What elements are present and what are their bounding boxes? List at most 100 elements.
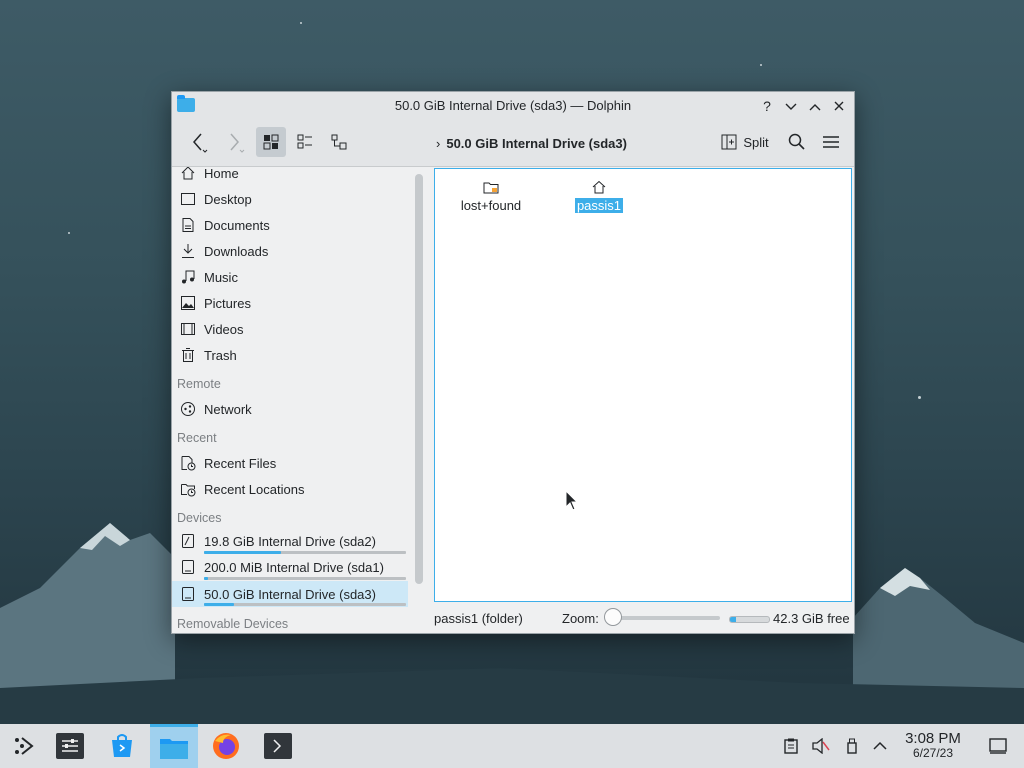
drive-icon bbox=[179, 585, 197, 603]
folder-locked-icon bbox=[443, 179, 539, 195]
view-details-icon bbox=[297, 134, 312, 149]
sidebar-item-recent-files[interactable]: Recent Files bbox=[172, 451, 408, 475]
drive-icon bbox=[179, 532, 197, 550]
split-label: Split bbox=[743, 134, 769, 150]
mouse-cursor-icon bbox=[565, 490, 579, 511]
removable-device-tray-button[interactable] bbox=[842, 736, 862, 756]
home-icon bbox=[179, 167, 197, 182]
tree-view-button[interactable] bbox=[324, 127, 354, 157]
search-button[interactable] bbox=[782, 127, 812, 157]
sidebar-item-label: Recent Locations bbox=[204, 481, 305, 497]
help-button[interactable]: ? bbox=[757, 96, 777, 116]
breadcrumb-current[interactable]: 50.0 GiB Internal Drive (sda3) bbox=[446, 136, 627, 151]
sidebar-item-documents[interactable]: Documents bbox=[172, 213, 408, 237]
file-name: passis1 bbox=[574, 198, 624, 213]
sidebar-item-desktop[interactable]: Desktop bbox=[172, 187, 408, 211]
minimize-button[interactable] bbox=[781, 96, 801, 116]
sidebar-item-label: Videos bbox=[204, 321, 244, 337]
documents-icon bbox=[179, 216, 197, 234]
sidebar-item-device-sda2[interactable]: 19.8 GiB Internal Drive (sda2) bbox=[172, 529, 408, 553]
free-space-fill bbox=[730, 617, 736, 622]
taskbar-system-settings[interactable] bbox=[46, 724, 94, 768]
sidebar-item-music[interactable]: Music bbox=[172, 265, 408, 289]
menu-button[interactable] bbox=[816, 127, 846, 157]
icons-view-button[interactable] bbox=[256, 127, 286, 157]
drive-usage-fill bbox=[204, 577, 209, 580]
hamburger-menu-icon bbox=[823, 136, 839, 148]
taskbar: 3:08 PM 6/27/23 bbox=[0, 724, 1024, 768]
sidebar-item-label: Downloads bbox=[204, 243, 269, 259]
taskbar-discover[interactable] bbox=[98, 724, 146, 768]
digital-clock[interactable]: 3:08 PM 6/27/23 bbox=[898, 730, 968, 760]
sidebar-item-videos[interactable]: Videos bbox=[172, 317, 408, 341]
desktop-icon bbox=[179, 190, 197, 208]
close-button[interactable] bbox=[829, 96, 849, 116]
taskbar-konsole[interactable] bbox=[254, 724, 302, 768]
details-view-button[interactable] bbox=[290, 127, 320, 157]
file-item-passis1[interactable]: passis1 bbox=[551, 179, 647, 213]
clipboard-icon bbox=[784, 738, 798, 754]
home-folder-icon bbox=[551, 179, 647, 195]
close-icon bbox=[834, 101, 844, 111]
back-button[interactable] bbox=[182, 127, 216, 157]
show-desktop-button[interactable] bbox=[988, 736, 1008, 756]
window-title: 50.0 GiB Internal Drive (sda3) — Dolphin bbox=[394, 98, 632, 113]
sidebar-item-home[interactable]: Home bbox=[172, 167, 408, 185]
free-space-bar bbox=[729, 616, 770, 623]
clipboard-tray-button[interactable] bbox=[781, 736, 801, 756]
view-tree-icon bbox=[331, 134, 347, 150]
network-icon bbox=[179, 400, 197, 418]
music-icon bbox=[179, 268, 197, 286]
zoom-label: Zoom: bbox=[562, 611, 599, 626]
title-bar[interactable]: 50.0 GiB Internal Drive (sda3) — Dolphin… bbox=[172, 92, 854, 120]
app-launcher-button[interactable] bbox=[0, 724, 48, 768]
forward-button[interactable] bbox=[218, 127, 252, 157]
sidebar-item-label: 50.0 GiB Internal Drive (sda3) bbox=[204, 586, 376, 602]
drive-usage-fill bbox=[204, 551, 281, 554]
sidebar-item-label: Recent Files bbox=[204, 455, 277, 471]
back-arrow-icon bbox=[193, 133, 208, 153]
chevron-up-icon bbox=[809, 104, 821, 111]
sidebar-scrollbar[interactable] bbox=[415, 174, 423, 584]
volume-tray-button[interactable] bbox=[811, 736, 831, 756]
status-bar: passis1 (folder) Zoom: 42.3 GiB free bbox=[172, 603, 854, 633]
section-header-recent: Recent bbox=[177, 431, 217, 445]
drive-usage-bar-sda1 bbox=[204, 577, 406, 580]
places-panel: Home Desktop Documents Downloads Music P… bbox=[172, 167, 410, 633]
sidebar-item-downloads[interactable]: Downloads bbox=[172, 239, 408, 263]
sidebar-item-recent-locations[interactable]: Recent Locations bbox=[172, 477, 408, 501]
sidebar-item-network[interactable]: Network bbox=[172, 397, 408, 421]
breadcrumb-chevron-icon: › bbox=[436, 136, 441, 151]
firefox-icon bbox=[213, 733, 239, 759]
sidebar-item-label: Trash bbox=[204, 347, 237, 363]
sidebar-item-device-sda1[interactable]: 200.0 MiB Internal Drive (sda1) bbox=[172, 555, 408, 579]
taskbar-firefox[interactable] bbox=[202, 724, 250, 768]
usb-device-icon bbox=[847, 738, 857, 754]
sidebar-item-label: Desktop bbox=[204, 191, 252, 207]
zoom-slider[interactable] bbox=[612, 616, 720, 620]
file-item-lost-found[interactable]: lost+found bbox=[443, 179, 539, 213]
sidebar-item-label: 200.0 MiB Internal Drive (sda1) bbox=[204, 559, 384, 575]
section-header-remote: Remote bbox=[177, 377, 221, 391]
split-view-icon bbox=[721, 134, 737, 150]
main-toolbar: › 50.0 GiB Internal Drive (sda3) Split bbox=[172, 120, 854, 167]
downloads-icon bbox=[179, 242, 197, 260]
sidebar-item-trash[interactable]: Trash bbox=[172, 343, 408, 367]
taskbar-dolphin[interactable] bbox=[150, 724, 198, 768]
show-hidden-icons-button[interactable] bbox=[870, 736, 890, 756]
zoom-slider-handle[interactable] bbox=[604, 608, 622, 626]
drive-icon bbox=[179, 558, 197, 576]
pictures-icon bbox=[179, 294, 197, 312]
sidebar-item-pictures[interactable]: Pictures bbox=[172, 291, 408, 315]
show-desktop-icon bbox=[989, 738, 1007, 754]
breadcrumb[interactable]: › 50.0 GiB Internal Drive (sda3) bbox=[436, 136, 627, 151]
search-icon bbox=[788, 133, 805, 150]
volume-muted-icon bbox=[812, 738, 830, 754]
view-icons-icon bbox=[263, 134, 279, 150]
recent-files-icon bbox=[179, 454, 197, 472]
sidebar-item-label: 19.8 GiB Internal Drive (sda2) bbox=[204, 533, 376, 549]
file-view[interactable]: lost+found passis1 bbox=[434, 168, 852, 602]
split-button[interactable]: Split bbox=[716, 127, 774, 157]
maximize-button[interactable] bbox=[805, 96, 825, 116]
videos-icon bbox=[179, 320, 197, 338]
